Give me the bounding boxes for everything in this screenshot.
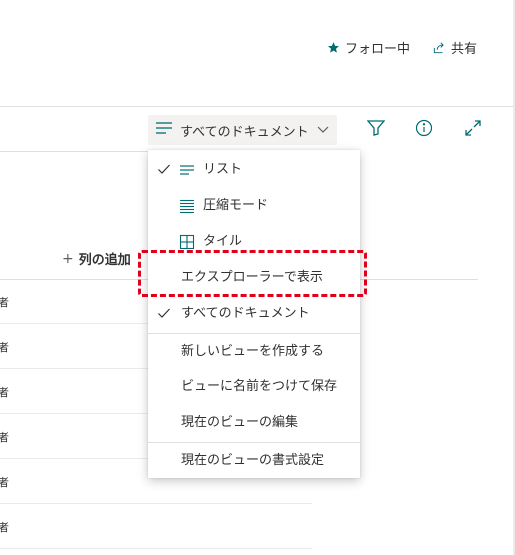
menu-item-label: エクスプローラーで表示: [181, 270, 323, 285]
menu-item-all-documents[interactable]: すべてのドキュメント: [148, 296, 360, 332]
add-column-label: 列の追加: [78, 253, 131, 268]
menu-item-label: タイル: [203, 234, 243, 249]
add-column-button[interactable]: + 列の追加: [62, 249, 131, 269]
menu-item-label: 新しいビューを作成する: [181, 344, 325, 359]
tiles-icon: [179, 234, 195, 250]
row-fragment: 者: [0, 476, 9, 489]
info-icon: [415, 119, 433, 141]
info-button[interactable]: [413, 119, 435, 141]
menu-item-edit-current-view[interactable]: 現在のビューの編集: [148, 405, 360, 441]
share-icon: [432, 41, 446, 55]
header-divider: [0, 106, 513, 107]
checkmark-icon: [157, 162, 171, 176]
plus-icon: +: [62, 250, 74, 267]
share-label: 共有: [450, 42, 477, 57]
menu-item-list[interactable]: リスト: [148, 152, 360, 188]
chevron-down-icon: [317, 123, 329, 138]
menu-item-label: リスト: [203, 162, 243, 177]
star-icon: [327, 41, 340, 54]
commandbar-divider: [0, 151, 148, 152]
menu-item-label: 現在のビューの書式設定: [181, 453, 325, 468]
view-selector-label: すべてのドキュメント: [180, 124, 309, 140]
view-selector[interactable]: すべてのドキュメント: [148, 115, 337, 145]
compact-list-icon: [179, 198, 195, 214]
row-fragment: 者: [0, 521, 9, 534]
top-actions: フォロー中 共有: [327, 38, 477, 57]
view-options-icon: [156, 122, 172, 138]
filter-icon: [366, 120, 386, 140]
menu-item-tiles[interactable]: タイル: [148, 224, 360, 260]
table-row[interactable]: 者: [0, 504, 312, 549]
menu-item-format-current-view[interactable]: 現在のビューの書式設定: [148, 443, 360, 479]
menu-item-view-in-explorer[interactable]: エクスプローラーで表示: [148, 260, 360, 296]
expand-button[interactable]: [462, 119, 484, 141]
menu-item-create-view[interactable]: 新しいビューを作成する: [148, 334, 360, 370]
menu-item-compact[interactable]: 圧縮モード: [148, 188, 360, 224]
row-fragment: 者: [0, 386, 9, 399]
checkmark-icon: [157, 306, 171, 320]
follow-label: フォロー中: [344, 42, 410, 57]
list-icon: [179, 162, 195, 178]
menu-item-label: 現在のビューの編集: [181, 415, 299, 430]
menu-item-label: すべてのドキュメント: [181, 306, 310, 321]
row-fragment: 者: [0, 296, 9, 309]
follow-button[interactable]: フォロー中: [327, 38, 410, 57]
row-fragment: 者: [0, 341, 9, 354]
expand-icon: [465, 120, 481, 140]
command-bar: すべてのドキュメント: [0, 113, 513, 149]
row-fragment: 者: [0, 431, 9, 444]
menu-item-label: 圧縮モード: [203, 198, 269, 213]
filter-button[interactable]: [365, 119, 387, 141]
view-menu: リスト 圧縮モード タイル エクスプローラーで表示 すべてのドキュメント 新しい…: [148, 150, 360, 478]
menu-item-save-view-as[interactable]: ビューに名前をつけて保存: [148, 369, 360, 405]
share-button[interactable]: 共有: [432, 38, 477, 57]
menu-item-label: ビューに名前をつけて保存: [181, 379, 338, 394]
